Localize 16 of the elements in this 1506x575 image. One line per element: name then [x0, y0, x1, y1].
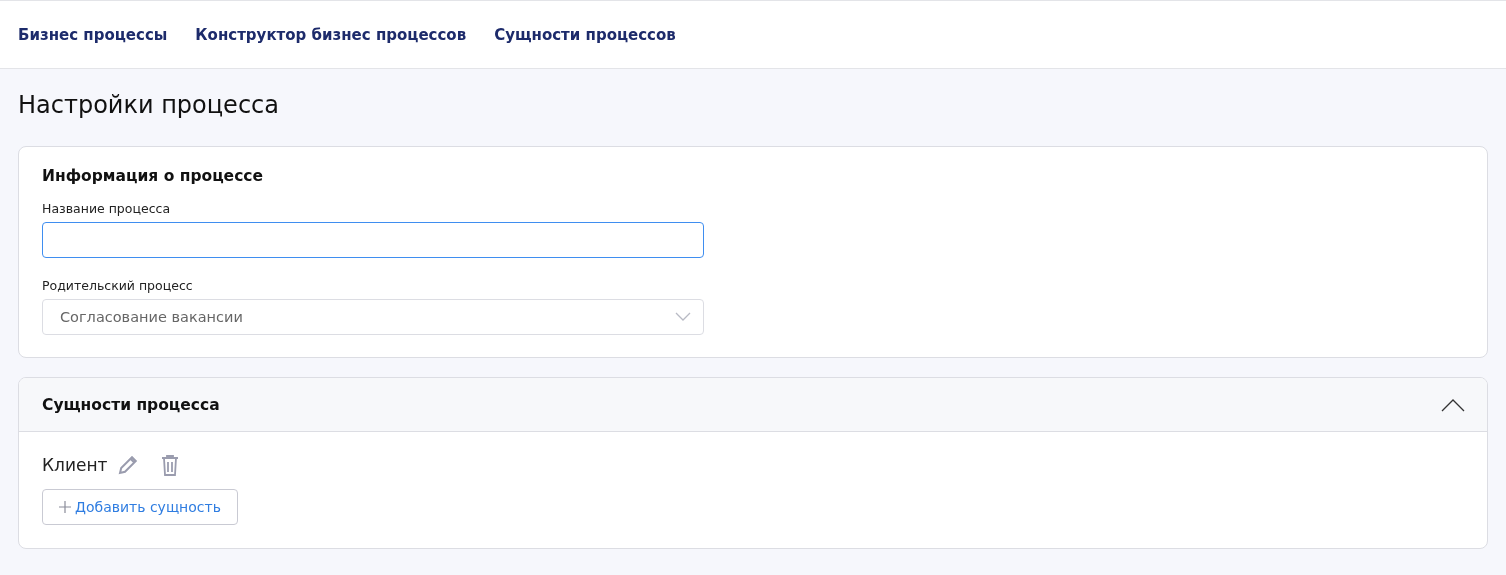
nav-link[interactable]: Бизнес процессы [18, 25, 168, 44]
chevron-up-icon[interactable] [1441, 397, 1465, 412]
chevron-down-icon [675, 312, 691, 322]
card-title: Информация о процессе [42, 167, 265, 185]
page-title: Настройки процесса [18, 91, 280, 119]
plus-icon [59, 501, 71, 513]
nav-link[interactable]: Сущности процессов [494, 25, 676, 44]
edit-icon[interactable] [117, 454, 140, 476]
entity-name: Клиент [42, 455, 108, 475]
field-label: Название процесса [42, 201, 172, 216]
card-title: Сущности процесса [42, 395, 220, 414]
field-label: Родительский процесс [42, 278, 194, 293]
process-name-field[interactable] [42, 222, 704, 258]
nav-link[interactable]: Конструктор бизнес процессов [195, 25, 467, 44]
add-entity-button[interactable]: Добавить сущность [42, 489, 238, 525]
trash-icon[interactable] [161, 454, 180, 476]
